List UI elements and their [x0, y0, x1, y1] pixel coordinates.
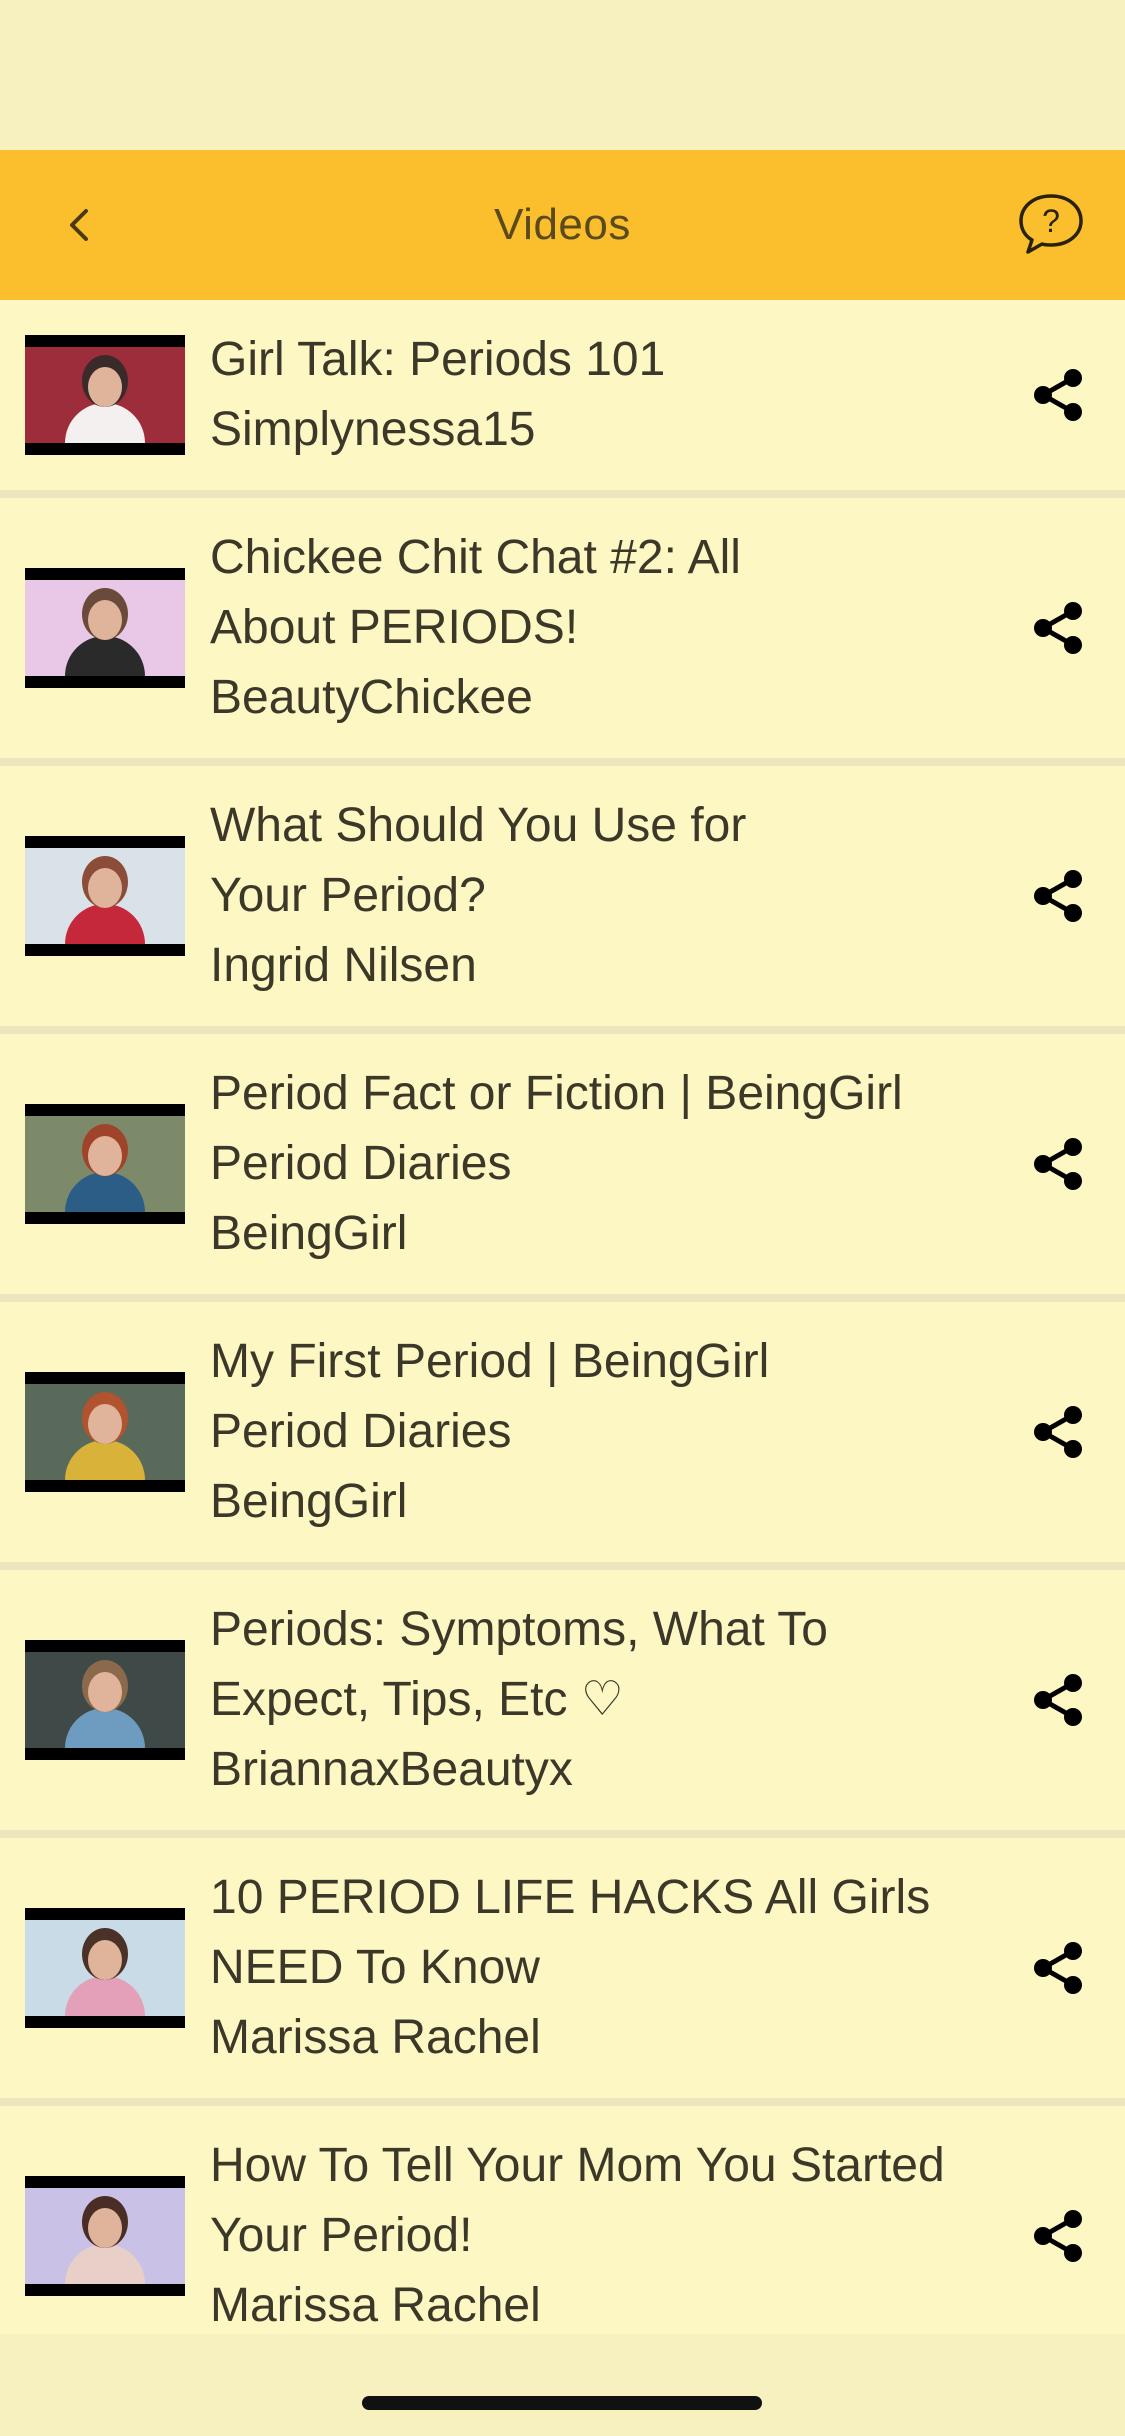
share-icon	[1034, 1406, 1082, 1458]
video-channel: BeingGirl	[210, 1207, 408, 1260]
video-title-line: Girl Talk: Periods 101	[210, 333, 666, 386]
video-channel: BeingGirl	[210, 1475, 408, 1528]
thumbnail-figure-body	[65, 1440, 145, 1480]
video-title-line: Periods: Symptoms, What To	[210, 1603, 828, 1656]
video-title-line: NEED To Know	[210, 1941, 540, 1994]
navigation-bar: Videos ?	[0, 150, 1125, 300]
share-icon	[1034, 2210, 1082, 2262]
video-thumbnail[interactable]	[25, 1104, 185, 1224]
video-text: Period Fact or Fiction | BeingGirl Period…	[210, 1059, 1010, 1269]
thumbnail-figure-head	[88, 1940, 122, 1980]
video-thumbnail[interactable]	[25, 335, 185, 455]
video-text: How To Tell Your Mom You Started Your Per…	[210, 2131, 1010, 2334]
video-title-line: Expect, Tips, Etc ♡	[210, 1673, 624, 1726]
video-channel: Simplynessa15	[210, 403, 536, 456]
share-icon	[1034, 369, 1082, 421]
thumbnail-figure-body	[65, 1708, 145, 1748]
share-button[interactable]	[1029, 1135, 1087, 1193]
video-title-line: Your Period!	[210, 2209, 473, 2262]
thumbnail-frame	[25, 580, 185, 676]
video-channel: BeautyChickee	[210, 671, 533, 724]
chevron-left-icon	[70, 209, 88, 241]
video-thumbnail[interactable]	[25, 568, 185, 688]
video-title-line: Period Fact or Fiction | BeingGirl	[210, 1067, 903, 1120]
video-title-line: My First Period | BeingGirl	[210, 1335, 770, 1388]
help-button[interactable]: ?	[1015, 188, 1087, 260]
share-icon	[1034, 1674, 1082, 1726]
video-title-line: Period Diaries	[210, 1137, 512, 1190]
thumbnail-frame	[25, 1920, 185, 2016]
share-button[interactable]	[1029, 2207, 1087, 2265]
video-text: Periods: Symptoms, What To Expect, Tips, …	[210, 1595, 1010, 1805]
video-channel: Marissa Rachel	[210, 2011, 541, 2064]
share-button[interactable]	[1029, 867, 1087, 925]
share-button[interactable]	[1029, 599, 1087, 657]
thumbnail-figure-head	[88, 868, 122, 908]
video-thumbnail[interactable]	[25, 1372, 185, 1492]
video-title-line: Period Diaries	[210, 1405, 512, 1458]
video-title-line: What Should You Use for	[210, 799, 747, 852]
share-button[interactable]	[1029, 1671, 1087, 1729]
share-button[interactable]	[1029, 366, 1087, 424]
share-icon	[1034, 1138, 1082, 1190]
video-list-item[interactable]: Period Fact or Fiction | BeingGirl Period…	[0, 1034, 1125, 1302]
thumbnail-figure-body	[65, 2244, 145, 2284]
video-channel: Marissa Rachel	[210, 2279, 541, 2332]
video-text: What Should You Use for Your Period? Ingri…	[210, 791, 1010, 1001]
thumbnail-frame	[25, 848, 185, 944]
thumbnail-figure-body	[65, 403, 145, 443]
page-title: Videos	[494, 200, 631, 249]
video-text: 10 PERIOD LIFE HACKS All Girls NEED To Kn…	[210, 1863, 1010, 2073]
thumbnail-figure-head	[88, 1404, 122, 1444]
video-list-item[interactable]: 10 PERIOD LIFE HACKS All Girls NEED To Kn…	[0, 1838, 1125, 2106]
video-text: Girl Talk: Periods 101 Simplynessa15	[210, 325, 1010, 465]
share-icon	[1034, 602, 1082, 654]
video-title-line: Your Period?	[210, 869, 486, 922]
video-list-item[interactable]: What Should You Use for Your Period? Ingri…	[0, 766, 1125, 1034]
video-channel: BriannaxBeautyx	[210, 1743, 573, 1796]
video-list-item[interactable]: Girl Talk: Periods 101 Simplynessa15	[0, 300, 1125, 498]
thumbnail-frame	[25, 1116, 185, 1212]
video-list-item[interactable]: My First Period | BeingGirl Period Diarie…	[0, 1302, 1125, 1570]
thumbnail-figure-head	[88, 1672, 122, 1712]
video-list-item[interactable]: Chickee Chit Chat #2: All About PERIODS! B…	[0, 498, 1125, 766]
thumbnail-frame	[25, 1384, 185, 1480]
thumbnail-figure-head	[88, 1136, 122, 1176]
thumbnail-figure-body	[65, 636, 145, 676]
share-icon	[1034, 1942, 1082, 1994]
video-thumbnail[interactable]	[25, 1640, 185, 1760]
thumbnail-figure-head	[88, 2208, 122, 2248]
video-title-line: How To Tell Your Mom You Started	[210, 2139, 945, 2192]
video-text: My First Period | BeingGirl Period Diarie…	[210, 1327, 1010, 1537]
video-text: Chickee Chit Chat #2: All About PERIODS! B…	[210, 523, 1010, 733]
thumbnail-frame	[25, 1652, 185, 1748]
video-thumbnail[interactable]	[25, 836, 185, 956]
video-channel: Ingrid Nilsen	[210, 939, 477, 992]
thumbnail-figure-body	[65, 1976, 145, 2016]
thumbnail-frame	[25, 347, 185, 443]
share-icon	[1034, 870, 1082, 922]
svg-text:?: ?	[1042, 203, 1060, 239]
video-title-line: About PERIODS!	[210, 601, 579, 654]
video-list-item[interactable]: Periods: Symptoms, What To Expect, Tips, …	[0, 1570, 1125, 1838]
thumbnail-figure-body	[65, 1172, 145, 1212]
status-bar-area	[0, 0, 1125, 150]
thumbnail-figure-head	[88, 600, 122, 640]
video-list[interactable]: Girl Talk: Periods 101 Simplynessa15 Chick…	[0, 300, 1125, 2334]
thumbnail-figure-body	[65, 904, 145, 944]
video-title-line: 10 PERIOD LIFE HACKS All Girls	[210, 1871, 931, 1924]
back-button[interactable]	[50, 195, 110, 255]
home-indicator[interactable]	[362, 2396, 762, 2410]
video-thumbnail[interactable]	[25, 2176, 185, 2296]
thumbnail-frame	[25, 2188, 185, 2284]
video-thumbnail[interactable]	[25, 1908, 185, 2028]
video-list-item[interactable]: How To Tell Your Mom You Started Your Per…	[0, 2106, 1125, 2334]
help-bubble-icon: ?	[1019, 194, 1083, 254]
thumbnail-figure-head	[88, 367, 122, 407]
video-title-line: Chickee Chit Chat #2: All	[210, 531, 741, 584]
videos-screen: Videos ? Girl Talk: Periods 101 Simplynes…	[0, 0, 1125, 2436]
share-button[interactable]	[1029, 1939, 1087, 1997]
share-button[interactable]	[1029, 1403, 1087, 1461]
